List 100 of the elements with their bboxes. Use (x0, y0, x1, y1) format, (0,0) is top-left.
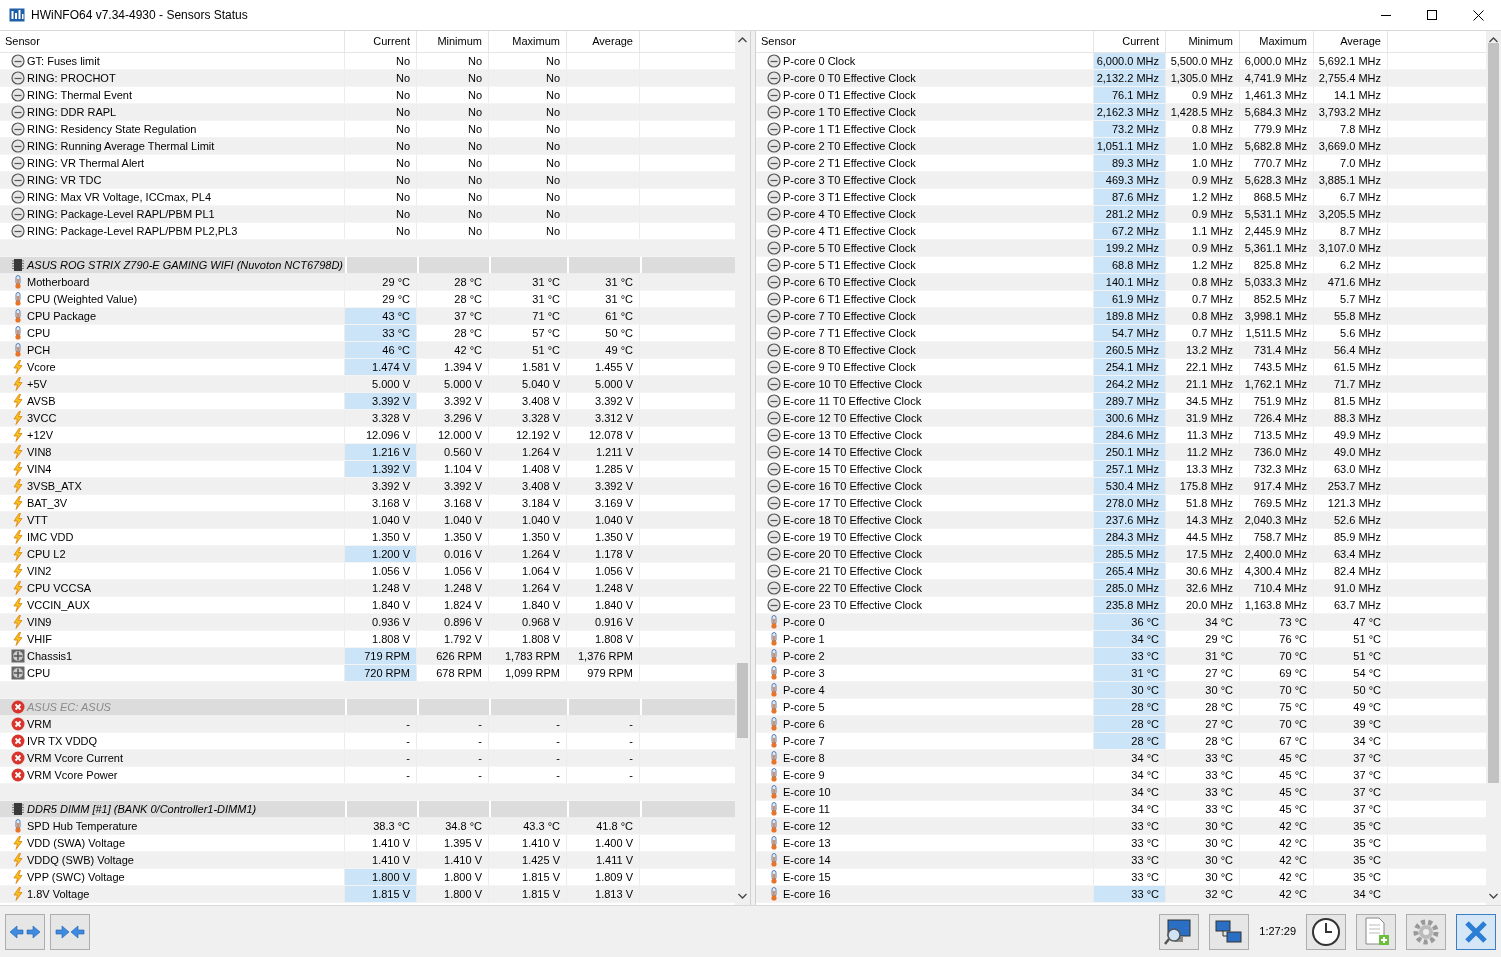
sensor-row[interactable]: P-core 6 T1 Effective Clock 61.9 MHz 0.7 MHz 852.5 MHz 5.7 MHz (756, 291, 1486, 308)
sensor-row[interactable]: P-core 7 T0 Effective Clock 189.8 MHz 0.8 MHz 3,998.1 MHz 55.8 MHz (756, 308, 1486, 325)
settings-button[interactable] (1406, 913, 1446, 950)
scroll-thumb[interactable] (1488, 43, 1499, 783)
sensor-row[interactable]: P-core 4 T0 Effective Clock 281.2 MHz 0.9 MHz 5,531.1 MHz 3,205.5 MHz (756, 206, 1486, 223)
sensor-row[interactable]: RING: Max VR Voltage, ICCmax, PL4 No No No (0, 189, 735, 206)
sensor-row[interactable]: E-core 17 T0 Effective Clock 278.0 MHz 51.8 MHz 769.5 MHz 121.3 MHz (756, 495, 1486, 512)
sensor-row[interactable]: VRM - - - - (0, 716, 735, 733)
sensor-row[interactable]: VCCIN_AUX 1.840 V 1.824 V 1.840 V 1.840 V (0, 597, 735, 614)
sensor-row[interactable]: P-core 1 34 °C 29 °C 76 °C 51 °C (756, 631, 1486, 648)
column-header[interactable]: Average (1314, 31, 1388, 52)
sensor-row[interactable]: P-core 4 30 °C 30 °C 70 °C 50 °C (756, 682, 1486, 699)
sensor-row[interactable]: E-core 23 T0 Effective Clock 235.8 MHz 20.0 MHz 1,163.8 MHz 63.7 MHz (756, 597, 1486, 614)
sensor-row[interactable]: P-core 5 28 °C 28 °C 75 °C 49 °C (756, 699, 1486, 716)
sensor-row[interactable]: E-core 18 T0 Effective Clock 237.6 MHz 14.3 MHz 2,040.3 MHz 52.6 MHz (756, 512, 1486, 529)
sensor-row[interactable]: E-core 14 33 °C 30 °C 42 °C 35 °C (756, 852, 1486, 869)
sensor-row[interactable]: RING: Residency State Regulation No No No (0, 121, 735, 138)
sensor-row[interactable]: VIN4 1.392 V 1.104 V 1.408 V 1.285 V (0, 461, 735, 478)
column-header[interactable]: Current (345, 31, 417, 52)
sensor-row[interactable]: P-core 7 T1 Effective Clock 54.7 MHz 0.7 MHz 1,511.5 MHz 5.6 MHz (756, 325, 1486, 342)
sensor-row[interactable]: VTT 1.040 V 1.040 V 1.040 V 1.040 V (0, 512, 735, 529)
column-header[interactable]: Minimum (1166, 31, 1240, 52)
sensor-row[interactable]: CPU 720 RPM 678 RPM 1,099 RPM 979 RPM (0, 665, 735, 682)
sensor-row[interactable]: CPU 33 °C 28 °C 57 °C 50 °C (0, 325, 735, 342)
sensor-row[interactable]: VIN8 1.216 V 0.560 V 1.264 V 1.211 V (0, 444, 735, 461)
sensor-row[interactable]: P-core 7 28 °C 28 °C 67 °C 34 °C (756, 733, 1486, 750)
sensor-row[interactable]: RING: VR Thermal Alert No No No (0, 155, 735, 172)
sensor-row[interactable]: P-core 3 31 °C 27 °C 69 °C 54 °C (756, 665, 1486, 682)
sensor-row[interactable]: E-core 11 T0 Effective Clock 289.7 MHz 34.5 MHz 751.9 MHz 81.5 MHz (756, 393, 1486, 410)
sensor-row[interactable]: E-core 13 33 °C 30 °C 42 °C 35 °C (756, 835, 1486, 852)
sensor-row[interactable]: P-core 0 T0 Effective Clock 2,132.2 MHz 1,305.0 MHz 4,741.9 MHz 2,755.4 MHz (756, 70, 1486, 87)
sensor-row[interactable]: AVSB 3.392 V 3.392 V 3.408 V 3.392 V (0, 393, 735, 410)
group-header[interactable]: DDR5 DIMM [#1] (BANK 0/Controller1-DIMM1) (0, 801, 735, 818)
sensor-row[interactable]: +12V 12.096 V 12.000 V 12.192 V 12.078 V (0, 427, 735, 444)
sensor-row[interactable]: E-core 19 T0 Effective Clock 284.3 MHz 44.5 MHz 758.7 MHz 85.9 MHz (756, 529, 1486, 546)
sensor-row[interactable]: E-core 13 T0 Effective Clock 284.6 MHz 11.3 MHz 713.5 MHz 49.9 MHz (756, 427, 1486, 444)
sensor-row[interactable]: P-core 2 T0 Effective Clock 1,051.1 MHz 1.0 MHz 5,682.8 MHz 3,669.0 MHz (756, 138, 1486, 155)
sensor-row[interactable]: E-core 15 T0 Effective Clock 257.1 MHz 13.3 MHz 732.3 MHz 63.0 MHz (756, 461, 1486, 478)
sensor-row[interactable]: BAT_3V 3.168 V 3.168 V 3.184 V 3.169 V (0, 495, 735, 512)
sensor-row[interactable]: Motherboard 29 °C 28 °C 31 °C 31 °C (0, 274, 735, 291)
sensor-row[interactable]: E-core 14 T0 Effective Clock 250.1 MHz 11.2 MHz 736.0 MHz 49.0 MHz (756, 444, 1486, 461)
sensor-row[interactable]: P-core 5 T1 Effective Clock 68.8 MHz 1.2 MHz 825.8 MHz 6.2 MHz (756, 257, 1486, 274)
column-header[interactable]: Maximum (1240, 31, 1314, 52)
sensor-row[interactable]: VPP (SWC) Voltage 1.800 V 1.800 V 1.815 V 1.809 V (0, 869, 735, 886)
sensor-row[interactable]: RING: VR TDC No No No (0, 172, 735, 189)
sensor-row[interactable]: 1.8V Voltage 1.815 V 1.800 V 1.815 V 1.813 V (0, 886, 735, 903)
sensor-row[interactable]: Chassis1 719 RPM 626 RPM 1,783 RPM 1,376 RPM (0, 648, 735, 665)
sensor-row[interactable]: E-core 12 T0 Effective Clock 300.6 MHz 31.9 MHz 726.4 MHz 88.3 MHz (756, 410, 1486, 427)
sensor-row[interactable]: P-core 2 33 °C 31 °C 70 °C 51 °C (756, 648, 1486, 665)
clock-button[interactable] (1306, 913, 1346, 950)
sensor-row[interactable]: CPU L2 1.200 V 0.016 V 1.264 V 1.178 V (0, 546, 735, 563)
sensor-row[interactable]: E-core 22 T0 Effective Clock 285.0 MHz 32.6 MHz 710.4 MHz 91.0 MHz (756, 580, 1486, 597)
sensor-row[interactable]: P-core 0 36 °C 34 °C 73 °C 47 °C (756, 614, 1486, 631)
scrollbar[interactable] (1486, 31, 1501, 905)
sensor-row[interactable]: E-core 8 T0 Effective Clock 260.5 MHz 13.2 MHz 731.4 MHz 56.4 MHz (756, 342, 1486, 359)
sensor-row[interactable]: P-core 5 T0 Effective Clock 199.2 MHz 0.9 MHz 5,361.1 MHz 3,107.0 MHz (756, 240, 1486, 257)
sensor-row[interactable]: P-core 3 T1 Effective Clock 87.6 MHz 1.2 MHz 868.5 MHz 6.7 MHz (756, 189, 1486, 206)
sensor-row[interactable]: Vcore 1.474 V 1.394 V 1.581 V 1.455 V (0, 359, 735, 376)
sensor-row[interactable]: E-core 15 33 °C 30 °C 42 °C 35 °C (756, 869, 1486, 886)
sensor-row[interactable]: VRM Vcore Power - - - - (0, 767, 735, 784)
sensor-row[interactable]: RING: Thermal Event No No No (0, 87, 735, 104)
sensor-row[interactable]: VIN2 1.056 V 1.056 V 1.064 V 1.056 V (0, 563, 735, 580)
exit-button[interactable] (1456, 913, 1496, 950)
scroll-up-icon[interactable] (738, 37, 747, 43)
sensor-row[interactable]: VIN9 0.936 V 0.896 V 0.968 V 0.916 V (0, 614, 735, 631)
report-button[interactable] (1356, 913, 1396, 950)
sensor-row[interactable]: E-core 12 33 °C 30 °C 42 °C 35 °C (756, 818, 1486, 835)
sensor-row[interactable]: P-core 3 T0 Effective Clock 469.3 MHz 0.9 MHz 5,628.3 MHz 3,885.1 MHz (756, 172, 1486, 189)
column-header[interactable]: Sensor (756, 31, 1094, 52)
sensor-row[interactable]: RING: PROCHOT No No No (0, 70, 735, 87)
sensor-row[interactable]: IMC VDD 1.350 V 1.350 V 1.350 V 1.350 V (0, 529, 735, 546)
sensor-row[interactable]: CPU Package 43 °C 37 °C 71 °C 61 °C (0, 308, 735, 325)
sensor-row[interactable]: E-core 10 T0 Effective Clock 264.2 MHz 21.1 MHz 1,762.1 MHz 71.7 MHz (756, 376, 1486, 393)
sensor-row[interactable]: P-core 2 T1 Effective Clock 89.3 MHz 1.0 MHz 770.7 MHz 7.0 MHz (756, 155, 1486, 172)
sensor-row[interactable]: P-core 1 T1 Effective Clock 73.2 MHz 0.8 MHz 779.9 MHz 7.8 MHz (756, 121, 1486, 138)
sensor-row[interactable]: CPU (Weighted Value) 29 °C 28 °C 31 °C 31 °C (0, 291, 735, 308)
column-header[interactable]: Maximum (489, 31, 567, 52)
sensor-row[interactable]: VHIF 1.808 V 1.792 V 1.808 V 1.808 V (0, 631, 735, 648)
sensor-row[interactable]: VDDQ (SWB) Voltage 1.410 V 1.410 V 1.425 V 1.411 V (0, 852, 735, 869)
sensor-row[interactable]: RING: Package-Level RAPL/PBM PL1 No No No (0, 206, 735, 223)
sensor-row[interactable]: P-core 4 T1 Effective Clock 67.2 MHz 1.1 MHz 2,445.9 MHz 8.7 MHz (756, 223, 1486, 240)
sensor-row[interactable]: E-core 8 34 °C 33 °C 45 °C 37 °C (756, 750, 1486, 767)
sensor-row[interactable]: 3VCC 3.328 V 3.296 V 3.328 V 3.312 V (0, 410, 735, 427)
scroll-down-icon[interactable] (1489, 893, 1498, 899)
sensor-row[interactable]: RING: DDR RAPL No No No (0, 104, 735, 121)
sensor-row[interactable]: E-core 20 T0 Effective Clock 285.5 MHz 17.5 MHz 2,400.0 MHz 63.4 MHz (756, 546, 1486, 563)
sensor-row[interactable]: E-core 11 34 °C 33 °C 45 °C 37 °C (756, 801, 1486, 818)
scroll-up-icon[interactable] (1489, 37, 1498, 43)
scroll-thumb[interactable] (737, 663, 748, 738)
sensor-row[interactable]: P-core 6 T0 Effective Clock 140.1 MHz 0.8 MHz 5,033.3 MHz 471.6 MHz (756, 274, 1486, 291)
sensor-row[interactable]: E-core 9 34 °C 33 °C 45 °C 37 °C (756, 767, 1486, 784)
column-header[interactable]: Sensor (0, 31, 345, 52)
group-header[interactable]: ASUS ROG STRIX Z790-E GAMING WIFI (Nuvoton NCT6798D) (0, 257, 735, 274)
network-button[interactable] (1209, 913, 1250, 950)
scroll-down-icon[interactable] (738, 893, 747, 899)
sensor-row[interactable]: P-core 1 T0 Effective Clock 2,162.3 MHz 1,428.5 MHz 5,684.3 MHz 3,793.2 MHz (756, 104, 1486, 121)
sensor-row[interactable]: E-core 16 T0 Effective Clock 530.4 MHz 175.8 MHz 917.4 MHz 253.7 MHz (756, 478, 1486, 495)
sensor-row[interactable]: RING: Running Average Thermal Limit No No No (0, 138, 735, 155)
monitor-button[interactable] (1159, 913, 1200, 950)
sensor-row[interactable]: 3VSB_ATX 3.392 V 3.392 V 3.408 V 3.392 V (0, 478, 735, 495)
